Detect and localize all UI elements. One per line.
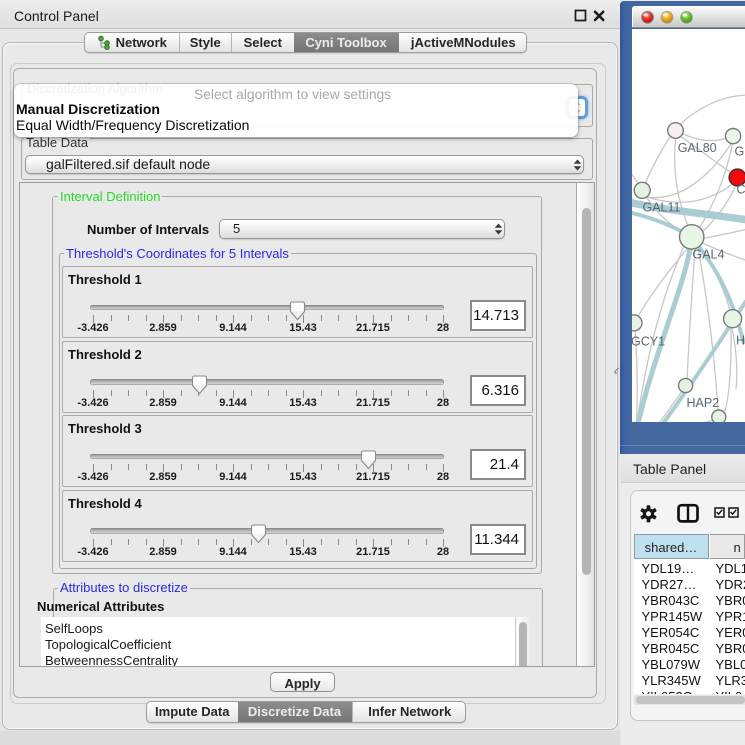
svg-text:H: H	[736, 333, 745, 347]
svg-text:GCY1: GCY1	[632, 334, 665, 348]
svg-text:HAP2: HAP2	[686, 396, 719, 410]
svg-text:G.: G.	[734, 144, 745, 158]
svg-text:C: C	[736, 182, 745, 196]
svg-text:GAL11: GAL11	[642, 200, 680, 214]
svg-text:GAL80: GAL80	[677, 141, 716, 155]
svg-text:GAL4: GAL4	[692, 247, 724, 261]
